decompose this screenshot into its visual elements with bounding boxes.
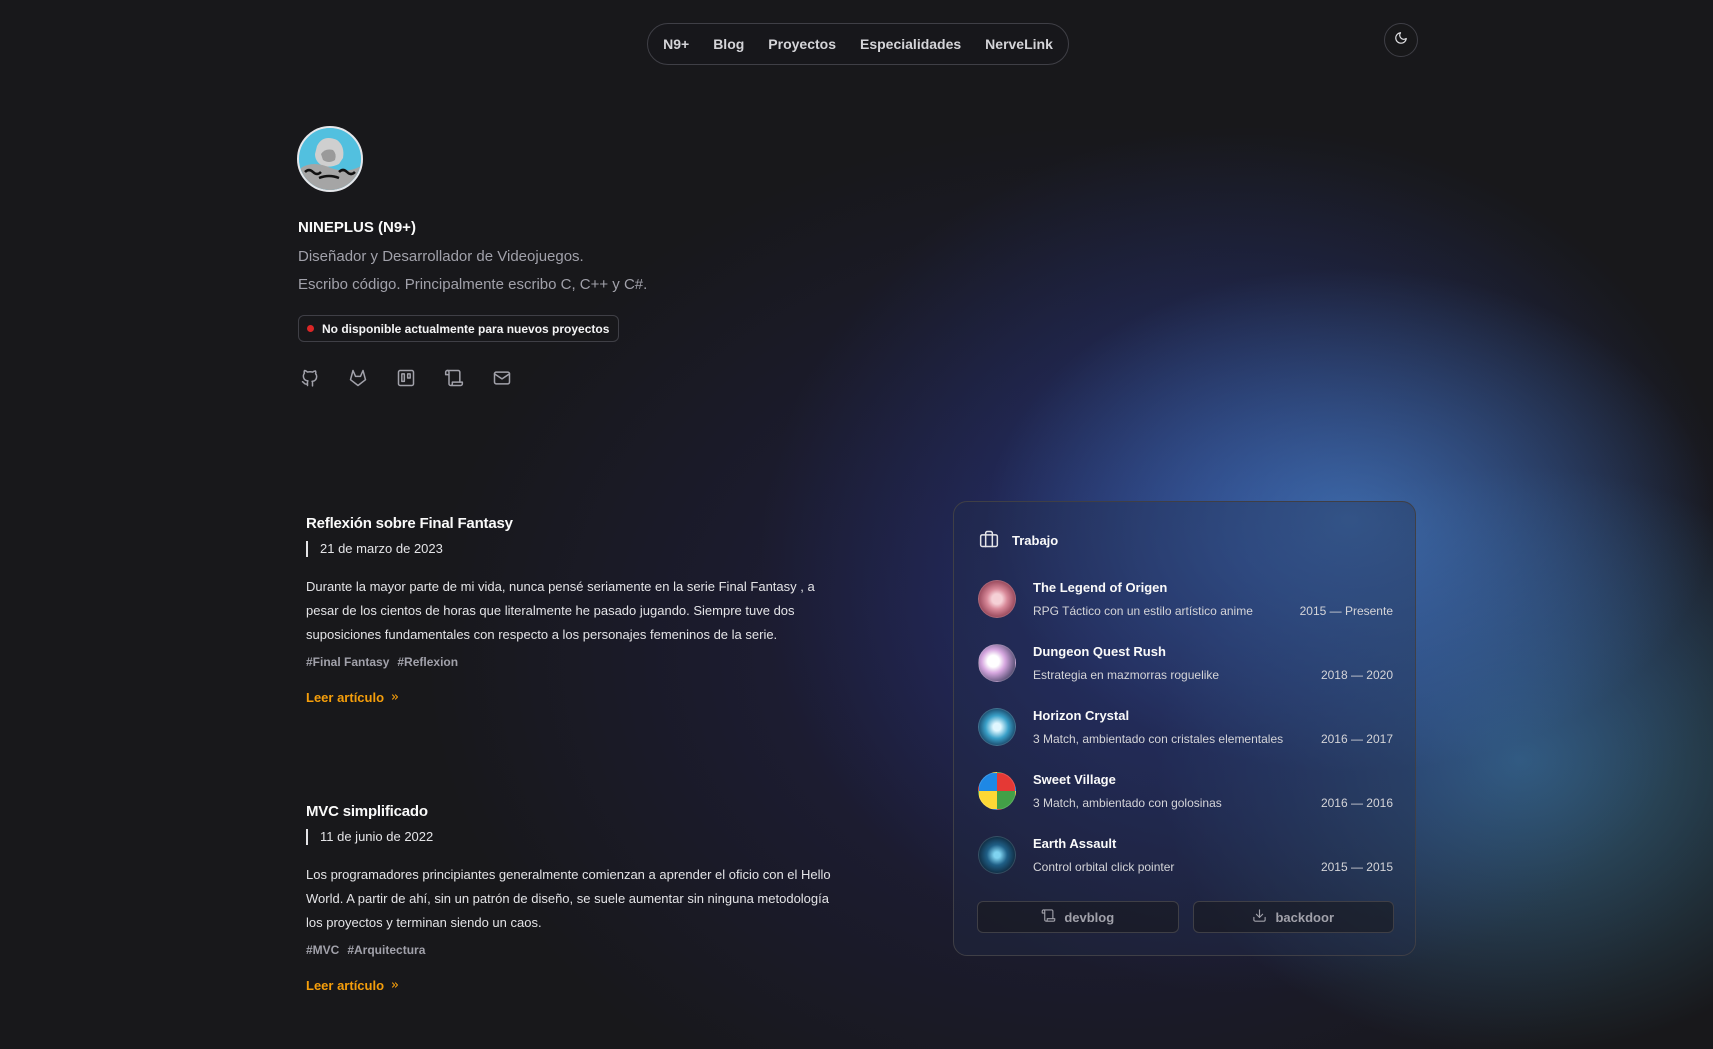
article-title[interactable]: MVC simplificado — [306, 803, 846, 820]
tag[interactable]: #Final Fantasy — [306, 655, 389, 669]
mail-icon[interactable] — [490, 366, 514, 390]
download-icon — [1252, 908, 1267, 926]
article-title[interactable]: Reflexión sobre Final Fantasy — [306, 515, 846, 532]
job-list: The Legend of Origen RPG Táctico con un … — [978, 578, 1393, 898]
moon-icon — [1394, 31, 1408, 50]
nav-item-blog[interactable]: Blog — [713, 36, 744, 52]
profile-tagline: Diseñador y Desarrollador de Videojuegos… — [298, 248, 584, 265]
job-title: Earth Assault — [1033, 836, 1117, 851]
status-text: No disponible actualmente para nuevos pr… — [322, 321, 610, 336]
article-card: MVC simplificado 11 de junio de 2022 Los… — [306, 803, 846, 995]
work-card: Trabajo The Legend of Origen RPG Táctico… — [953, 501, 1416, 956]
job-desc: RPG Táctico con un estilo artístico anim… — [1033, 604, 1253, 618]
avatar — [297, 126, 363, 192]
briefcase-icon — [978, 529, 1000, 552]
top-nav: N9+ Blog Proyectos Especialidades NerveL… — [647, 23, 1069, 65]
tag[interactable]: #MVC — [306, 943, 339, 957]
job-years: 2015 — Presente — [1299, 604, 1393, 618]
devblog-button[interactable]: devblog — [977, 901, 1179, 933]
job-years: 2015 — 2015 — [1320, 860, 1393, 874]
nav-item-n9[interactable]: N9+ — [663, 36, 689, 52]
backdoor-label: backdoor — [1275, 909, 1334, 925]
read-article-label: Leer artículo — [306, 978, 385, 993]
chevrons-right-icon — [390, 690, 400, 705]
github-icon[interactable] — [298, 366, 322, 390]
job-title: Horizon Crystal — [1033, 708, 1130, 723]
gitlab-icon[interactable] — [346, 366, 370, 390]
card-actions: devblog backdoor — [977, 901, 1394, 933]
job-desc: 3 Match, ambientado con cristales elemen… — [1033, 732, 1284, 746]
job-years: 2018 — 2020 — [1320, 668, 1393, 682]
job-title: The Legend of Origen — [1033, 580, 1168, 595]
devblog-label: devblog — [1064, 909, 1115, 925]
profile-name: NINEPLUS (N9+) — [298, 219, 416, 236]
project-logo — [978, 708, 1016, 746]
article-tags: #MVC #Arquitectura — [306, 943, 846, 957]
nav-item-proyectos[interactable]: Proyectos — [768, 36, 836, 52]
nav-item-especialidades[interactable]: Especialidades — [860, 36, 961, 52]
job-desc: Estrategia en mazmorras roguelike — [1033, 668, 1220, 682]
scroll-icon[interactable] — [442, 366, 466, 390]
nav-item-nervelink[interactable]: NerveLink — [985, 36, 1053, 52]
work-heading-label: Trabajo — [1012, 533, 1059, 548]
job-years: 2016 — 2016 — [1320, 796, 1393, 810]
trello-icon[interactable] — [394, 366, 418, 390]
job-desc: 3 Match, ambientado con golosinas — [1033, 796, 1222, 810]
read-article-label: Leer artículo — [306, 690, 385, 705]
tag[interactable]: #Reflexion — [397, 655, 458, 669]
article-date: 11 de junio de 2022 — [306, 829, 846, 845]
project-logo — [978, 772, 1016, 810]
article-tags: #Final Fantasy #Reflexion — [306, 655, 846, 669]
article-date: 21 de marzo de 2023 — [306, 541, 846, 557]
article-excerpt: Durante la mayor parte de mi vida, nunca… — [306, 579, 815, 642]
social-links — [298, 366, 514, 390]
project-logo — [978, 836, 1016, 874]
article-card: Reflexión sobre Final Fantasy 21 de marz… — [306, 515, 846, 707]
tag[interactable]: #Arquitectura — [347, 943, 425, 957]
job-desc: Control orbital click pointer — [1033, 860, 1175, 874]
read-article-link[interactable]: Leer artículo — [306, 690, 400, 705]
list-item[interactable]: Earth Assault Control orbital click poin… — [978, 834, 1393, 898]
list-item[interactable]: Horizon Crystal 3 Match, ambientado con … — [978, 706, 1393, 770]
article-excerpt: Los programadores principiantes generalm… — [306, 867, 831, 930]
scroll-icon — [1041, 908, 1056, 926]
list-item[interactable]: The Legend of Origen RPG Táctico con un … — [978, 578, 1393, 642]
status-dot-icon — [307, 325, 314, 332]
list-item[interactable]: Sweet Village 3 Match, ambientado con go… — [978, 770, 1393, 834]
job-title: Dungeon Quest Rush — [1033, 644, 1166, 659]
backdoor-button[interactable]: backdoor — [1192, 901, 1394, 933]
job-title: Sweet Village — [1033, 772, 1116, 787]
project-logo — [978, 580, 1016, 618]
theme-toggle-button[interactable] — [1384, 23, 1418, 57]
page: N9+ Blog Proyectos Especialidades NerveL… — [0, 0, 1713, 1049]
chevrons-right-icon — [390, 978, 400, 993]
list-item[interactable]: Dungeon Quest Rush Estrategia en mazmorr… — [978, 642, 1393, 706]
profile-bio: Escribo código. Principalmente escribo C… — [298, 276, 648, 293]
job-years: 2016 — 2017 — [1320, 732, 1393, 746]
read-article-link[interactable]: Leer artículo — [306, 978, 400, 993]
status-badge: No disponible actualmente para nuevos pr… — [298, 315, 620, 342]
work-heading: Trabajo — [978, 529, 1058, 552]
project-logo — [978, 644, 1016, 682]
